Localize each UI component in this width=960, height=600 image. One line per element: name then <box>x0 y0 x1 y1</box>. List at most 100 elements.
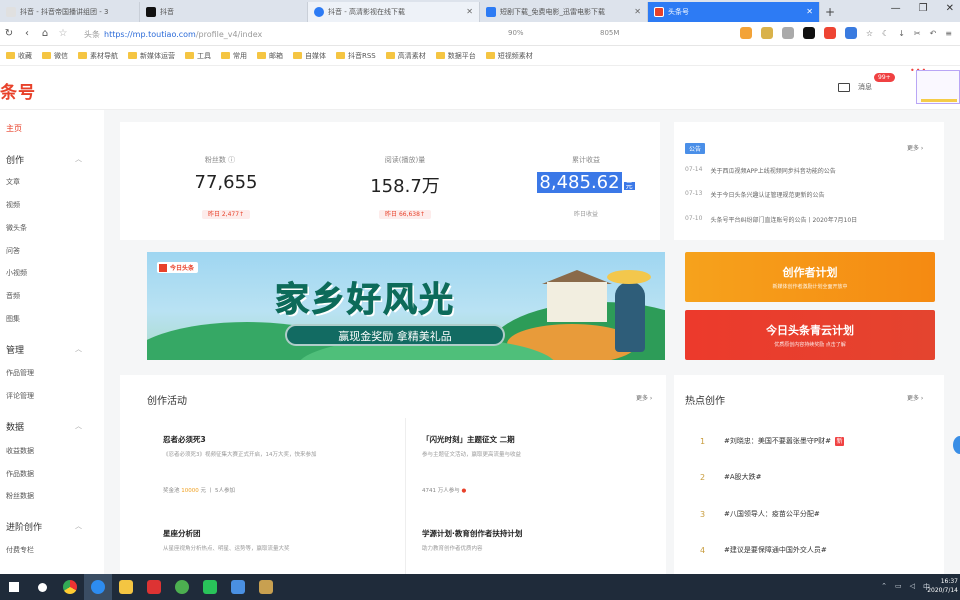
chevron-up-icon[interactable]: ︿ <box>75 154 82 164</box>
activity-title[interactable]: 学源计划·教育创作者扶持计划 <box>422 528 522 539</box>
download-indicator[interactable]: 805M <box>600 29 619 37</box>
sidebar-group-create[interactable]: 创作 <box>6 153 24 166</box>
browser-tab[interactable]: 抖音 - 高清影视在线下载 ✕ <box>308 2 480 22</box>
bookmark-item[interactable]: 素材导航 <box>78 51 118 61</box>
tab-close-icon[interactable]: ✕ <box>634 7 641 16</box>
back-icon[interactable]: ‹ <box>18 28 36 39</box>
bookmark-item[interactable]: 工具 <box>185 51 211 61</box>
bookmark-item[interactable]: 常用 <box>221 51 247 61</box>
bookmark-item[interactable]: 高清素材 <box>385 51 426 61</box>
reload-icon[interactable]: ↻ <box>0 28 18 39</box>
activity-title[interactable]: 星座分析团 <box>163 528 201 539</box>
messages-button[interactable]: 消息 <box>838 82 872 92</box>
tab-close-icon[interactable]: ✕ <box>466 7 473 16</box>
hometown-banner[interactable]: 今日头条 家乡好风光 赢现金奖励 拿精美礼品 <box>147 252 665 360</box>
sidebar-group-advanced[interactable]: 进阶创作 <box>6 520 42 533</box>
taskbar-app[interactable] <box>168 574 196 600</box>
floating-help-icon[interactable] <box>953 436 960 454</box>
zoom-level[interactable]: 90% <box>508 29 524 37</box>
sidebar-item-short-video[interactable]: 小视频 <box>6 268 27 278</box>
sidebar-item-works[interactable]: 作品管理 <box>6 368 34 378</box>
download-icon[interactable]: ↓ <box>898 29 905 38</box>
extension-icon[interactable] <box>739 27 752 39</box>
tab-close-icon[interactable]: ✕ <box>806 7 813 16</box>
extension-icon[interactable] <box>760 27 773 39</box>
bookmark-item[interactable]: 邮箱 <box>257 51 283 61</box>
site-logo[interactable]: 条号 <box>0 78 36 103</box>
sidebar-item-works-data[interactable]: 作品数据 <box>6 469 34 479</box>
announcement-item[interactable]: 07-10 头条号平台纠纷部门直连账号的公告丨2020年7月10日 <box>685 215 857 224</box>
taskbar-app[interactable] <box>196 574 224 600</box>
browser-tab[interactable]: 抖音 - 抖音帝国播讲组团 - 3 <box>0 2 140 22</box>
hot-topic-item[interactable]: 1 #刘晓忠：美国不要嚣张墨守P财# 新 <box>700 436 844 446</box>
creator-plan-button[interactable]: 创作者计划 新媒体创作者激励计划全面开放中 <box>685 252 935 302</box>
close-window-icon[interactable]: ✕ <box>946 3 954 14</box>
activity-title[interactable]: 「闪光时刻」主题征文 二期 <box>422 434 515 445</box>
taskbar-app[interactable] <box>56 574 84 600</box>
browser-tab-active[interactable]: 头条号 ✕ <box>648 2 820 22</box>
chevron-up-icon[interactable]: ︿ <box>75 344 82 354</box>
extension-icon[interactable] <box>823 27 836 39</box>
sidebar-item-video[interactable]: 视频 <box>6 200 20 210</box>
hot-topics-more-link[interactable]: 更多 › <box>907 393 923 402</box>
bookmark-item[interactable]: 收藏 <box>6 51 32 61</box>
favorite-star-icon[interactable]: ☆ <box>54 28 72 39</box>
announcement-item[interactable]: 07-14 关于西瓜视频APP上线视频同步抖音功能的公告 <box>685 166 836 175</box>
sidebar-item-gallery[interactable]: 图集 <box>6 314 20 324</box>
chevron-up-icon[interactable]: ︿ <box>75 521 82 531</box>
new-tab-button[interactable]: + <box>820 2 840 22</box>
taskbar-app[interactable] <box>112 574 140 600</box>
taskbar-app-active[interactable] <box>84 574 112 600</box>
bookmark-item[interactable]: 微信 <box>42 51 68 61</box>
sidebar-item-home[interactable]: 主页 <box>6 123 22 134</box>
bookmark-item[interactable]: 短视频素材 <box>485 51 533 61</box>
stat-value-income[interactable]: 8,485.62 元 <box>526 172 646 193</box>
night-mode-icon[interactable]: ☾ <box>882 29 889 38</box>
announcement-more-link[interactable]: 更多 › <box>907 143 923 152</box>
sidebar-item-income-data[interactable]: 收益数据 <box>6 446 34 456</box>
sidebar-item-article[interactable]: 文章 <box>6 177 20 187</box>
sidebar-group-data[interactable]: 数据 <box>6 420 24 433</box>
browser-tab[interactable]: 短剧下载_免费电影_迅雷电影下载 ✕ <box>480 2 648 22</box>
menu-icon[interactable]: ≡ <box>945 29 952 38</box>
undo-icon[interactable]: ↶ <box>930 29 937 38</box>
tray-up-arrow-icon[interactable]: ⌃ <box>881 582 887 592</box>
extension-icon[interactable] <box>844 27 857 39</box>
activities-more-link[interactable]: 更多 › <box>636 393 652 402</box>
restore-icon[interactable]: ❐ <box>919 3 928 14</box>
hot-topic-item[interactable]: 2 #A股大跌# <box>700 472 762 482</box>
network-icon[interactable]: ▭ <box>895 582 902 592</box>
sidebar-group-manage[interactable]: 管理 <box>6 343 24 356</box>
start-button[interactable] <box>0 574 28 600</box>
stat-value-fans[interactable]: 77,655 <box>166 172 286 193</box>
screenshot-icon[interactable]: ✂ <box>914 29 921 38</box>
sidebar-item-micro[interactable]: 微头条 <box>6 223 27 233</box>
url-field[interactable]: 头条 https://mp.toutiao.com /profile_v4/in… <box>84 26 494 42</box>
sidebar-item-paid-column[interactable]: 付费专栏 <box>6 545 34 555</box>
floating-widget[interactable] <box>916 70 960 104</box>
hot-topic-item[interactable]: 4 #建议是要保障通中国外交人员# <box>700 545 827 555</box>
bookmark-item[interactable]: 抖音RSS <box>336 51 376 61</box>
stat-income-number[interactable]: 8,485.62 <box>537 172 622 193</box>
activity-title[interactable]: 忍者必须死3 <box>163 434 206 445</box>
announcement-item[interactable]: 07-13 关于今日头条兴趣认证管理规范更新的公告 <box>685 190 824 199</box>
bookmark-item[interactable]: 新媒体运营 <box>128 51 175 61</box>
bookmark-item[interactable]: 自媒体 <box>293 51 326 61</box>
taskbar-app[interactable] <box>28 574 56 600</box>
qingyun-plan-button[interactable]: 今日头条青云计划 优质原创内容持续奖励 点击了解 <box>685 310 935 360</box>
bookmark-icon[interactable]: ☆ <box>866 29 873 38</box>
bookmark-item[interactable]: 数据平台 <box>435 51 476 61</box>
sidebar-item-audio[interactable]: 音频 <box>6 291 20 301</box>
sidebar-item-qa[interactable]: 问答 <box>6 246 20 256</box>
volume-icon[interactable]: ◁ <box>910 582 915 592</box>
system-clock[interactable]: 16:37 2020/7/14 <box>927 577 958 595</box>
sidebar-item-comments[interactable]: 评论管理 <box>6 391 34 401</box>
taskbar-app[interactable] <box>140 574 168 600</box>
sidebar-item-fans-data[interactable]: 粉丝数据 <box>6 491 34 501</box>
browser-tab[interactable]: 抖音 <box>140 2 308 22</box>
taskbar-app[interactable] <box>252 574 280 600</box>
hot-topic-item[interactable]: 3 #八国领导人：疫苗公平分配# <box>700 509 820 519</box>
extension-icon[interactable] <box>802 27 815 39</box>
stat-value-reads[interactable]: 158.7万 <box>345 172 465 198</box>
minimize-icon[interactable]: — <box>891 3 901 14</box>
